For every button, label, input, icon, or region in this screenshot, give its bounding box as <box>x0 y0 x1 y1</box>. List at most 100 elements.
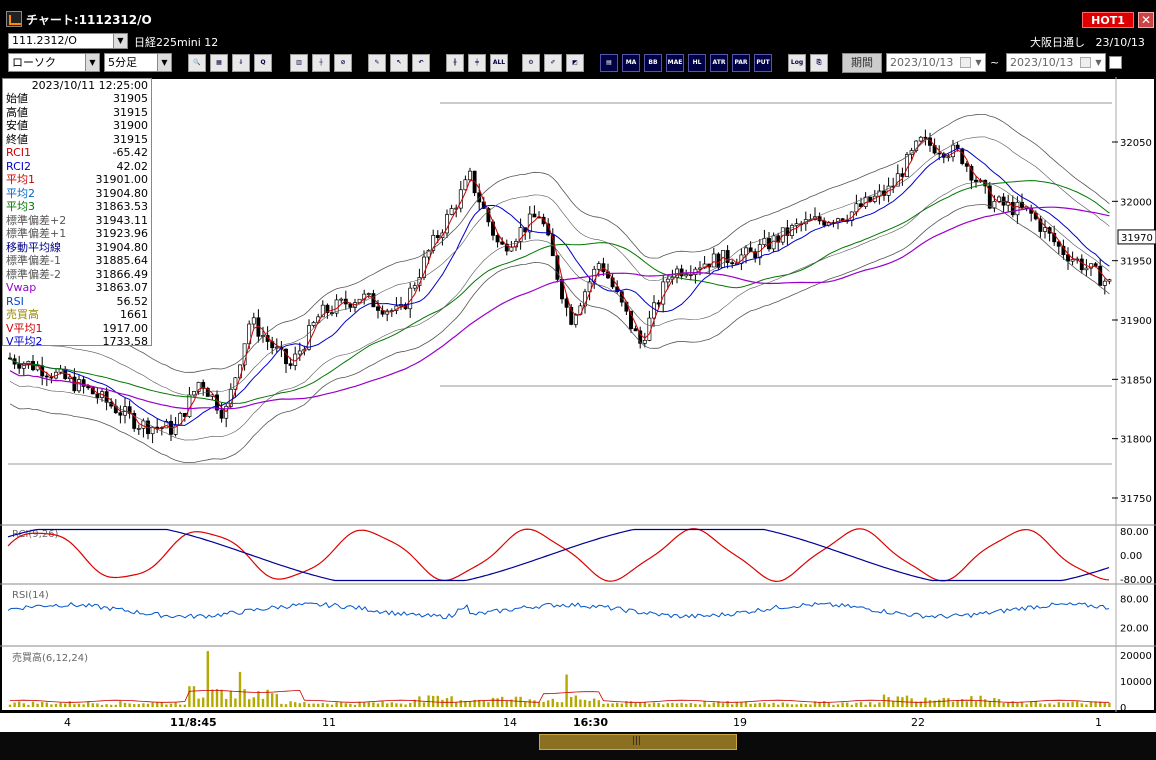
hot-button[interactable]: HOT1 <box>1082 12 1134 28</box>
indicator-icon[interactable]: ▤ <box>600 54 618 72</box>
all-icon[interactable]: ALL <box>490 54 508 72</box>
chart-canvas[interactable]: 32050 32000 31950 31900 31850 31800 31750 31970… <box>0 77 1156 712</box>
volume-bar <box>1103 702 1106 707</box>
candle-body <box>642 340 647 344</box>
rsi-panel-label: RSI(14) <box>12 590 49 601</box>
volume-bar <box>790 704 794 707</box>
chevron-down-icon[interactable]: ▼ <box>157 54 171 71</box>
volume-bar <box>1053 704 1056 707</box>
volume-bar <box>330 704 334 707</box>
date-to-input[interactable]: 2023/10/13 ▼ <box>1006 53 1106 72</box>
data-window-value: 31905 <box>113 92 148 105</box>
volume-bar <box>528 699 531 707</box>
search-icon[interactable]: 🔍 <box>188 54 206 72</box>
log-icon[interactable]: Log <box>788 54 806 72</box>
volume-bar <box>501 696 504 707</box>
volume-bar <box>211 689 214 707</box>
time-axis: 4 11/8:45 11 14 16:30 19 22 1 <box>0 712 1156 732</box>
volume-bar <box>399 703 403 707</box>
candle-body <box>412 285 417 289</box>
market-date: 23/10/13 <box>1095 36 1145 49</box>
data-window-value: 31863.53 <box>95 200 149 213</box>
brush-icon[interactable]: ✐ <box>544 54 562 72</box>
chevron-down-icon[interactable]: ▼ <box>85 54 99 71</box>
volume-bar <box>970 696 973 707</box>
volume-bar <box>547 700 550 707</box>
put-icon[interactable]: PUT <box>754 54 772 72</box>
pointer-icon[interactable]: ↖ <box>390 54 408 72</box>
atr-icon[interactable]: ATR <box>710 54 728 72</box>
volume-bar <box>984 699 987 707</box>
candle-body <box>477 192 482 203</box>
bb-icon[interactable]: BB <box>644 54 662 72</box>
volume-bar <box>215 688 219 707</box>
candle-join-icon[interactable]: ╪ <box>468 54 486 72</box>
chevron-down-icon[interactable]: ▼ <box>972 54 985 71</box>
candle-split-icon[interactable]: ╫ <box>446 54 464 72</box>
zoom-icon[interactable]: Q <box>254 54 272 72</box>
grid-icon[interactable]: ▦ <box>210 54 228 72</box>
calendar-icon[interactable] <box>1080 57 1091 68</box>
close-icon[interactable]: ✕ <box>1138 12 1154 28</box>
data-window-row: 平均3 31863.53 <box>3 200 151 214</box>
time-axis-label: 4 <box>64 716 71 729</box>
para-icon[interactable]: PAR <box>732 54 750 72</box>
data-window-row: 平均2 31904.80 <box>3 187 151 201</box>
settings-icon[interactable]: ⚙ <box>522 54 540 72</box>
volume-bar <box>827 702 830 707</box>
volume-bar <box>188 686 191 707</box>
data-window-label: 安値 <box>6 119 28 132</box>
symbol-bar: 111.2312/O ▼ 日経225mini 12 大阪日通し 23/10/13 <box>0 32 1156 50</box>
pen-icon[interactable]: ✎ <box>368 54 386 72</box>
interval-select[interactable]: 5分足 ▼ <box>104 53 172 72</box>
chart-app-icon <box>6 11 22 27</box>
volume-bar <box>703 701 706 707</box>
symbol-name: 日経225mini 12 <box>134 36 219 49</box>
palette-icon[interactable]: ◩ <box>566 54 584 72</box>
volume-tick-label: 10000 <box>1120 677 1152 688</box>
volume-bar <box>542 701 545 707</box>
download-icon[interactable]: ⇩ <box>232 54 250 72</box>
chart-toolbar: ローソク ▼ 5分足 ▼ 🔍 ▦ ⇩ Q ▥ ┼ ⊘ ✎ ↖ ↶ ╫ ╪ ALL ⚙ ✐ ◩ ▤ MA BB MAE H… <box>0 50 1156 77</box>
volume-bar <box>225 698 228 707</box>
candle-body <box>656 302 661 305</box>
data-window-value: 42.02 <box>116 159 149 173</box>
data-window-value: 31901.00 <box>95 173 149 186</box>
chart-type-select[interactable]: ローソク ▼ <box>8 53 100 72</box>
volume-bar <box>855 702 858 707</box>
scrollbar-thumb[interactable] <box>539 734 737 750</box>
data-window-row: 標準偏差+1 31923.96 <box>3 227 151 241</box>
chevron-down-icon[interactable]: ▼ <box>1092 54 1105 71</box>
hl-icon[interactable]: HL <box>688 54 706 72</box>
price-tick-label: 31900 <box>1120 316 1152 327</box>
option-checkbox[interactable] <box>1109 56 1122 69</box>
ma-icon[interactable]: MA <box>622 54 640 72</box>
volume-bar <box>73 704 76 707</box>
volume-bar <box>1076 701 1079 707</box>
time-axis-label: 16:30 <box>573 716 609 729</box>
volume-bar <box>533 700 536 707</box>
price-bar-icon[interactable]: ▥ <box>290 54 308 72</box>
clear-icon[interactable]: ⊘ <box>334 54 352 72</box>
candle-icon[interactable]: ┼ <box>312 54 330 72</box>
volume-bar <box>781 702 784 707</box>
volume-bar <box>450 696 453 707</box>
window-titlebar: チャート:1112312/O HOT1 ✕ <box>0 0 1156 32</box>
period-button[interactable]: 期間 <box>842 53 882 73</box>
export-icon[interactable]: ⎘ <box>810 54 828 72</box>
candle-body <box>532 213 537 218</box>
volume-bar <box>257 691 260 707</box>
data-window-value: 31915 <box>113 132 148 146</box>
mae-icon[interactable]: MAE <box>666 54 684 72</box>
date-from-input[interactable]: 2023/10/13 ▼ <box>886 53 986 72</box>
calendar-icon[interactable] <box>960 57 971 68</box>
candle-body <box>17 363 22 369</box>
data-window-row: RSI 56.52 <box>3 295 151 309</box>
bollinger-lower-band <box>9 204 1110 464</box>
chevron-down-icon[interactable]: ▼ <box>113 34 127 48</box>
volume-bar <box>514 696 518 707</box>
volume-bar <box>22 703 25 707</box>
symbol-select[interactable]: 111.2312/O ▼ <box>8 33 128 49</box>
undo-icon[interactable]: ↶ <box>412 54 430 72</box>
candle-body <box>573 314 578 325</box>
